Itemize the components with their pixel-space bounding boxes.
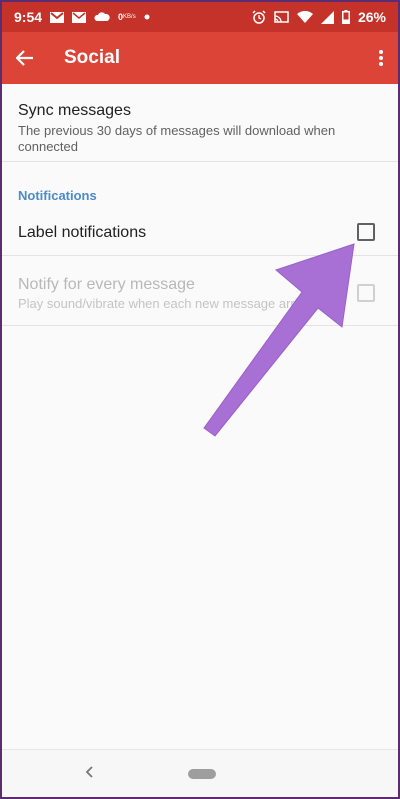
notifications-section-header: Notifications: [18, 188, 97, 203]
alarm-icon: [252, 10, 266, 24]
settings-list: Sync messages The previous 30 days of me…: [2, 84, 398, 326]
status-right: 26%: [252, 9, 386, 25]
app-bar: Social: [2, 32, 398, 84]
status-bar: 9:54 0 KB/s 26%: [2, 2, 398, 32]
gmail-notification-icon: [50, 11, 65, 23]
page-title: Social: [64, 47, 120, 68]
more-options-icon[interactable]: [378, 49, 384, 67]
battery-icon: [341, 10, 350, 24]
sync-messages-title: Sync messages: [18, 102, 131, 119]
nav-home-pill[interactable]: [188, 769, 216, 779]
status-left: 9:54 0 KB/s: [14, 9, 150, 25]
cloud-icon: [94, 12, 110, 22]
notify-every-message-title: Notify for every message: [18, 276, 195, 293]
signal-icon: [320, 10, 334, 24]
net-speed-indicator: 0 KB/s: [118, 13, 136, 22]
label-notifications-title: Label notifications: [18, 223, 147, 241]
sync-messages-subtitle: The previous 30 days of messages will do…: [18, 123, 336, 154]
status-time: 9:54: [14, 9, 43, 25]
wifi-icon: [296, 11, 313, 23]
notify-every-message-checkbox: [357, 284, 375, 302]
sync-messages-setting[interactable]: Sync messages The previous 30 days of me…: [2, 84, 398, 162]
net-speed-unit: KB/s: [123, 14, 136, 20]
back-arrow-icon[interactable]: [16, 50, 34, 66]
dot-icon: [144, 14, 150, 20]
mail-notification-icon: [72, 11, 87, 23]
system-nav-bar: [2, 749, 398, 797]
notify-every-message-setting: Notify for every message Play sound/vibr…: [2, 256, 398, 326]
battery-percentage: 26%: [357, 9, 386, 25]
cast-icon: [274, 11, 289, 23]
label-notifications-setting[interactable]: Label notifications: [2, 210, 398, 256]
notify-every-message-subtitle: Play sound/vibrate when each new message…: [18, 296, 318, 311]
nav-back-icon[interactable]: [84, 763, 94, 784]
label-notifications-checkbox[interactable]: [357, 223, 375, 241]
